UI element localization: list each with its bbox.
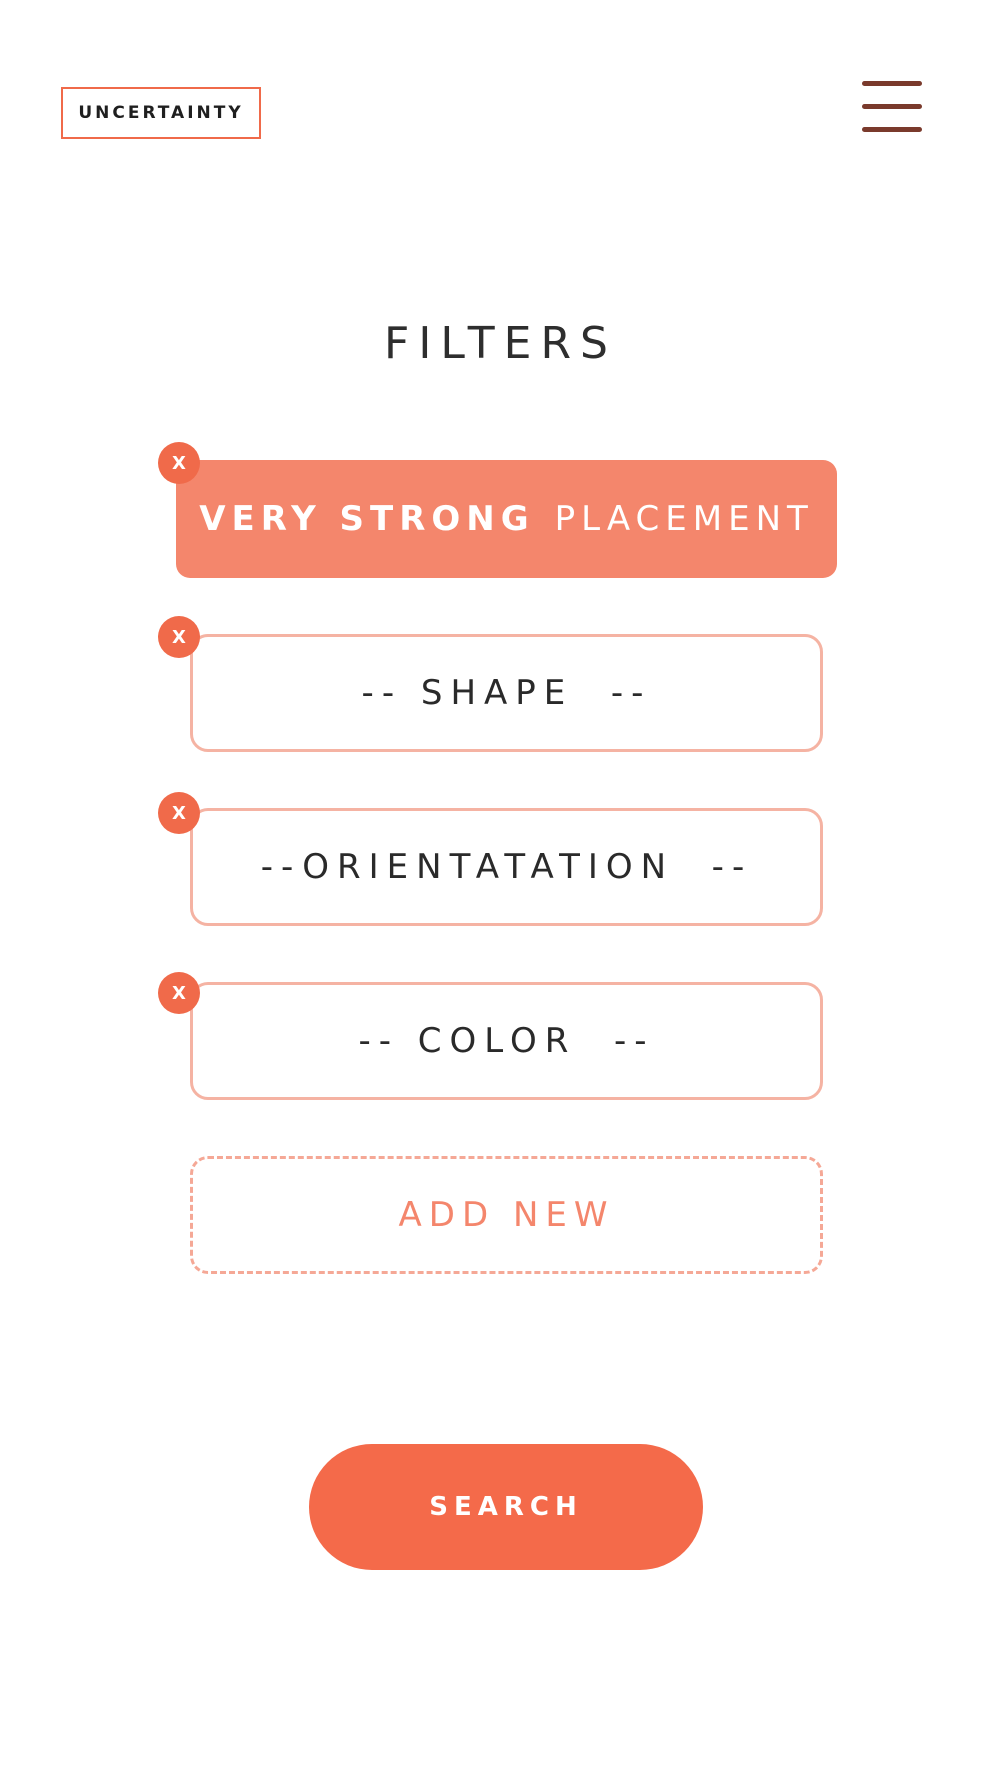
search-label: SEARCH: [429, 1492, 583, 1522]
close-icon: X: [172, 802, 186, 824]
hamburger-menu-icon[interactable]: [862, 80, 924, 132]
remove-filter-color-button[interactable]: X: [158, 972, 200, 1014]
logo-text: UNCERTAINTY: [78, 103, 244, 123]
menu-line: [862, 127, 922, 132]
menu-line: [862, 81, 922, 86]
filter-orientation-select[interactable]: --ORIENTATATION --: [190, 808, 823, 926]
page-title: FILTERS: [384, 318, 617, 369]
filter-color-select[interactable]: -- COLOR --: [190, 982, 823, 1100]
filter-placement[interactable]: VERY STRONG PLACEMENT: [176, 460, 837, 578]
filter-label: PLACEMENT: [554, 499, 814, 539]
remove-filter-placement-button[interactable]: X: [158, 442, 200, 484]
filter-shape-select[interactable]: -- SHAPE --: [190, 634, 823, 752]
add-new-filter-button[interactable]: ADD NEW: [190, 1156, 823, 1274]
close-icon: X: [172, 982, 186, 1004]
filter-label: --ORIENTATATION --: [260, 847, 753, 887]
close-icon: X: [172, 452, 186, 474]
menu-line: [862, 104, 922, 109]
remove-filter-shape-button[interactable]: X: [158, 616, 200, 658]
logo-box[interactable]: UNCERTAINTY: [61, 87, 261, 139]
filter-strength: VERY STRONG: [199, 499, 535, 539]
close-icon: X: [172, 626, 186, 648]
filter-label: -- SHAPE --: [361, 673, 652, 713]
filter-label: -- COLOR --: [358, 1021, 655, 1061]
search-button[interactable]: SEARCH: [309, 1444, 703, 1570]
remove-filter-orientation-button[interactable]: X: [158, 792, 200, 834]
add-new-label: ADD NEW: [398, 1195, 615, 1235]
